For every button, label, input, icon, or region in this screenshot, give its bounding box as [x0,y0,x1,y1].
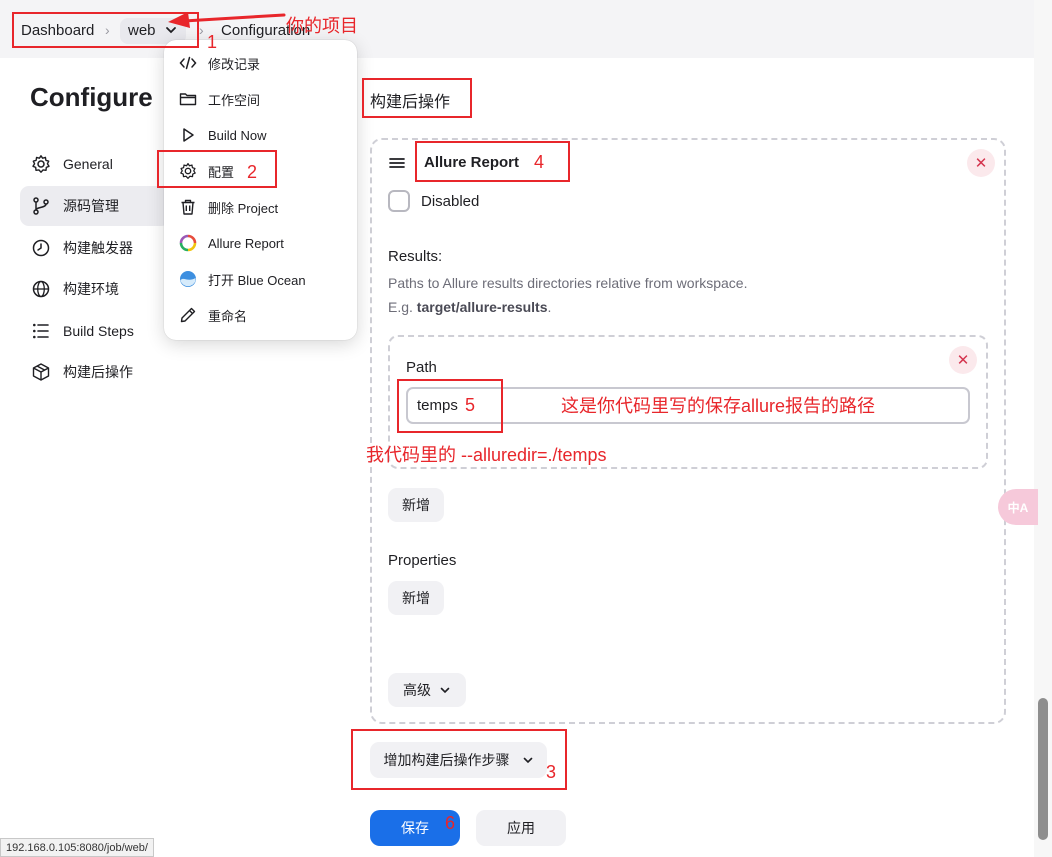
add-path-button[interactable]: 新增 [388,488,444,522]
trash-icon [179,198,197,216]
sidebar-item-build-steps[interactable]: Build Steps [20,311,170,351]
globe-icon [31,279,51,299]
sidebar-item-scm[interactable]: 源码管理 [20,186,170,226]
results-description: Paths to Allure results directories rela… [388,275,748,291]
menu-item-allure-report[interactable]: Allure Report [164,226,357,260]
sidebar-item-label: General [63,156,113,172]
menu-item-changes[interactable]: 修改记录 [164,46,357,80]
sidebar-item-environment[interactable]: 构建环境 [20,269,170,309]
page-title: Configure [30,82,153,112]
sidebar-item-label: 源码管理 [63,198,119,214]
scrollbar-thumb[interactable] [1038,698,1048,840]
sidebar-item-label: 构建环境 [63,281,119,297]
annotation-number: 1 [207,32,218,52]
disabled-label: Disabled [421,193,480,210]
apply-button[interactable]: 应用 [476,810,566,846]
annotation-arrow [166,6,286,30]
results-label: Results: [388,248,443,265]
annotation-number: 2 [247,162,258,182]
annotation-text: 我代码里的 --alluredir=./temps [366,445,607,465]
annotation-text: 这是你代码里写的保存allure报告的路径 [561,396,876,416]
sidebar-item-general[interactable]: General [20,144,170,184]
annotation-number: 5 [465,395,476,415]
annotation-box [157,150,277,188]
properties-label: Properties [388,552,457,569]
translate-icon[interactable]: 中A [998,489,1038,525]
annotation-number: 4 [534,152,545,172]
allure-logo-icon [179,234,197,252]
menu-item-blue-ocean[interactable]: 打开 Blue Ocean [164,262,357,296]
code-icon [179,54,197,72]
close-icon[interactable]: ✕ [949,346,977,374]
annotation-text: 你的项目 [286,16,358,36]
menu-item-delete-project[interactable]: 删除 Project [164,190,357,224]
branch-icon [31,196,51,216]
annotation-box [351,729,567,790]
menu-item-build-now[interactable]: Build Now [164,118,357,152]
package-icon [31,362,51,382]
add-property-button[interactable]: 新增 [388,581,444,615]
menu-item-workspace[interactable]: 工作空间 [164,82,357,116]
annotation-number: 6 [445,813,456,833]
timer-icon [31,238,51,258]
annotation-box [397,379,503,433]
advanced-button[interactable]: 高级 [388,673,466,707]
results-example: E.g. target/allure-results. [388,299,552,315]
sidebar-item-label: 构建后操作 [63,364,133,380]
menu-item-rename[interactable]: 重命名 [164,298,357,332]
sidebar-item-label: Build Steps [63,323,134,339]
sidebar-item-triggers[interactable]: 构建触发器 [20,228,170,268]
folder-icon [179,90,197,108]
annotation-number: 3 [546,762,557,782]
job-dropdown-menu: 修改记录 工作空间 Build Now 配置 删除 Project Allure… [164,40,357,340]
list-icon [31,321,51,341]
blue-ocean-icon [179,270,197,288]
sidebar-item-post-build[interactable]: 构建后操作 [20,352,170,392]
gear-icon [31,154,51,174]
drag-handle-icon[interactable] [388,154,406,172]
annotation-box [362,78,472,118]
status-url: 192.168.0.105:8080/job/web/ [0,838,154,857]
sidebar-item-label: 构建触发器 [63,240,133,256]
disabled-checkbox[interactable] [388,190,410,212]
annotation-box [415,141,570,182]
play-icon [179,126,197,144]
pencil-icon [179,306,197,324]
close-icon[interactable]: ✕ [967,149,995,177]
path-label: Path [406,359,437,376]
chevron-down-icon [439,684,451,696]
